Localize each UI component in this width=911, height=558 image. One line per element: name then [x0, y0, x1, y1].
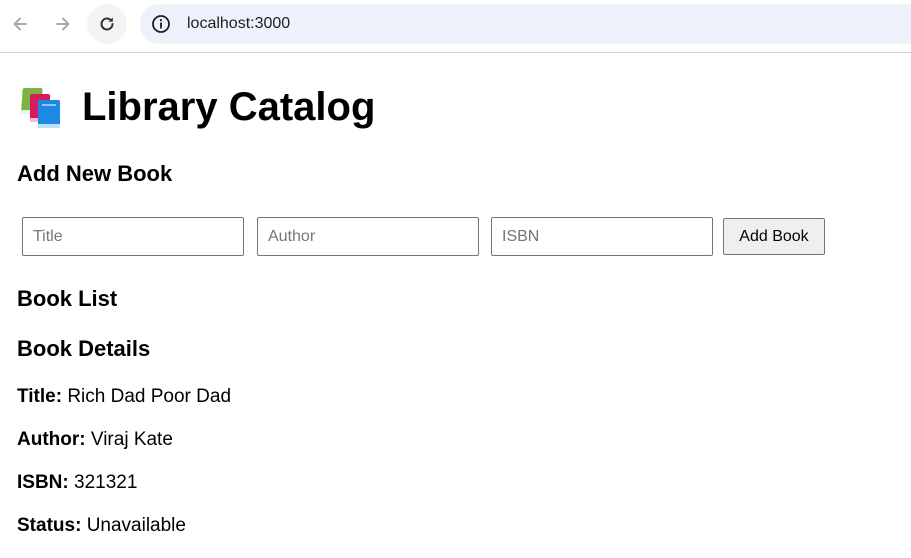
detail-label: Author: — [17, 429, 86, 450]
url-text[interactable]: localhost:3000 — [187, 15, 290, 33]
detail-author: Author: Viraj Kate — [17, 429, 173, 451]
info-icon[interactable] — [151, 14, 171, 34]
detail-label: Status: — [17, 515, 82, 536]
arrow-left-icon — [13, 17, 27, 31]
add-book-button[interactable]: Add Book — [723, 218, 825, 255]
title-input[interactable] — [22, 217, 244, 256]
address-bar[interactable]: localhost:3000 — [140, 4, 911, 44]
detail-isbn: ISBN: 321321 — [17, 472, 137, 494]
isbn-input[interactable] — [491, 217, 713, 256]
detail-value: 321321 — [74, 472, 138, 493]
arrow-right-icon — [56, 17, 70, 31]
reload-icon — [100, 17, 114, 31]
page-title: Library Catalog — [20, 84, 375, 130]
detail-label: Title: — [17, 386, 63, 407]
page-title-text: Library Catalog — [82, 84, 376, 129]
author-input[interactable] — [257, 217, 479, 256]
book-details-heading: Book Details — [17, 336, 151, 361]
forward-button[interactable] — [43, 4, 83, 44]
detail-label: ISBN: — [17, 472, 69, 493]
book-list-heading: Book List — [17, 286, 118, 311]
detail-value: Rich Dad Poor Dad — [67, 386, 232, 407]
detail-value: Unavailable — [86, 515, 186, 536]
add-book-heading: Add New Book — [17, 161, 173, 186]
reload-button[interactable] — [87, 4, 127, 44]
books-emoji-icon — [20, 88, 60, 128]
detail-title: Title: Rich Dad Poor Dad — [17, 386, 231, 408]
back-button[interactable] — [0, 4, 40, 44]
browser-toolbar: localhost:3000 — [0, 0, 911, 53]
detail-value: Viraj Kate — [90, 429, 173, 450]
detail-status: Status: Unavailable — [17, 515, 186, 537]
